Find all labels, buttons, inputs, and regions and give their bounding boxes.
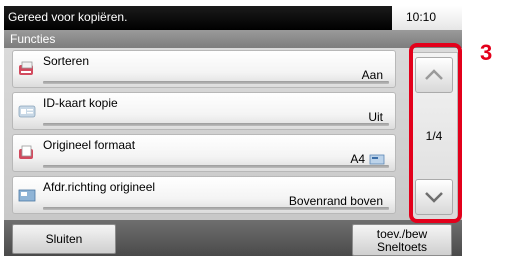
list-item-divider <box>43 123 389 126</box>
status-bar: Gereed voor kopiëren. 10:10 <box>4 6 462 30</box>
copy-functions-screen: Gereed voor kopiëren. 10:10 Functies Sor… <box>4 6 462 256</box>
status-time: 10:10 <box>406 10 437 24</box>
screen-title-bar: Functies <box>4 30 462 48</box>
close-button[interactable]: Sluiten <box>12 224 116 254</box>
list-item-label: Afdr.richting origineel <box>43 180 156 194</box>
list-item-value: Bovenrand boven <box>288 194 383 208</box>
screen-title: Functies <box>10 32 56 46</box>
list-item-value: Uit <box>368 110 383 124</box>
list-item-divider <box>43 165 389 168</box>
list-item-value: A4 <box>350 152 365 166</box>
bottom-bar: Sluiten toev./bew Sneltoets <box>4 220 462 256</box>
callout-highlight-frame <box>409 43 462 223</box>
add-edit-shortcut-button[interactable]: toev./bew Sneltoets <box>352 224 452 256</box>
status-message: Gereed voor kopiëren. <box>8 10 128 24</box>
list-item-origineel-formaat[interactable]: Origineel formaat A4 <box>12 134 396 172</box>
original-size-icon <box>19 145 33 159</box>
list-item-divider <box>43 81 389 84</box>
list-item-label: ID-kaart kopie <box>43 96 118 110</box>
list-item-label: Origineel formaat <box>43 138 136 152</box>
list-item-value: Aan <box>361 68 383 82</box>
shortcut-label-line2: Sneltoets <box>376 240 428 254</box>
list-item-sorteren[interactable]: Sorteren Aan <box>12 50 396 88</box>
list-item-id-kaart-kopie[interactable]: ID-kaart kopie Uit <box>12 92 396 130</box>
list-item-afdr-richting[interactable]: Afdr.richting origineel Bovenrand boven <box>12 176 396 214</box>
sort-icon <box>19 61 33 75</box>
list-item-divider <box>43 207 389 210</box>
orientation-icon <box>18 189 36 202</box>
callout-number: 3 <box>480 40 493 65</box>
id-card-icon <box>18 105 36 118</box>
list-item-label: Sorteren <box>43 54 90 68</box>
function-list: Sorteren Aan ID-kaart kopie Uit Originee… <box>4 48 462 220</box>
paper-orientation-icon <box>369 154 385 165</box>
